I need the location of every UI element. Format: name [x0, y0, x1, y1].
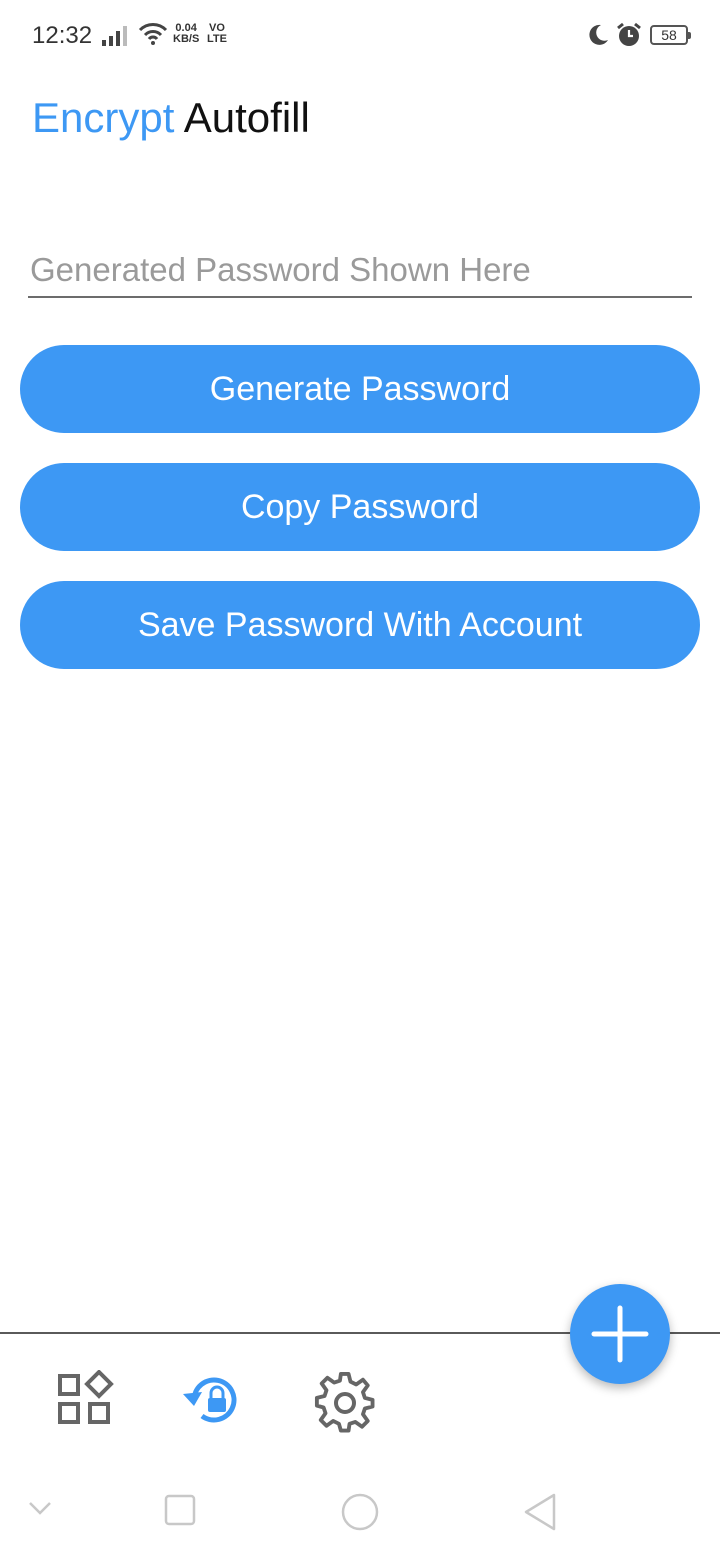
app-title-autofill: Autofill	[183, 94, 310, 141]
volte-indicator: VO LTE	[207, 23, 227, 45]
collapse-icon[interactable]	[28, 1500, 52, 1516]
status-time: 12:32	[32, 22, 93, 49]
copy-password-button[interactable]: Copy Password	[20, 463, 700, 551]
apps-icon[interactable]	[56, 1370, 116, 1428]
net-speed: 0.04 KB/S	[173, 23, 199, 45]
home-icon[interactable]	[340, 1492, 380, 1532]
recents-icon[interactable]	[164, 1494, 196, 1526]
wifi-icon	[138, 23, 168, 45]
app-title: Encrypt Autofill	[32, 94, 310, 142]
vault-lock-icon[interactable]	[180, 1372, 250, 1432]
settings-gear-icon[interactable]	[314, 1372, 376, 1434]
signal-icon	[102, 26, 127, 46]
generated-password-field[interactable]	[28, 244, 692, 298]
add-icon	[591, 1305, 649, 1363]
system-navigation-bar	[0, 1470, 720, 1560]
status-bar: 12:32 0.04 KB/S VO LTE 58	[0, 0, 720, 72]
moon-icon	[589, 24, 608, 45]
add-button[interactable]	[570, 1284, 670, 1384]
app-title-encrypt: Encrypt	[32, 94, 175, 141]
battery-icon: 58	[650, 25, 691, 45]
back-icon[interactable]	[522, 1492, 558, 1532]
volte-bottom: LTE	[207, 33, 227, 45]
alarm-icon	[617, 22, 641, 46]
save-password-with-account-button[interactable]: Save Password With Account	[20, 581, 700, 669]
battery-level: 58	[661, 27, 677, 43]
net-speed-unit: KB/S	[173, 33, 200, 45]
generate-password-button[interactable]: Generate Password	[20, 345, 700, 433]
